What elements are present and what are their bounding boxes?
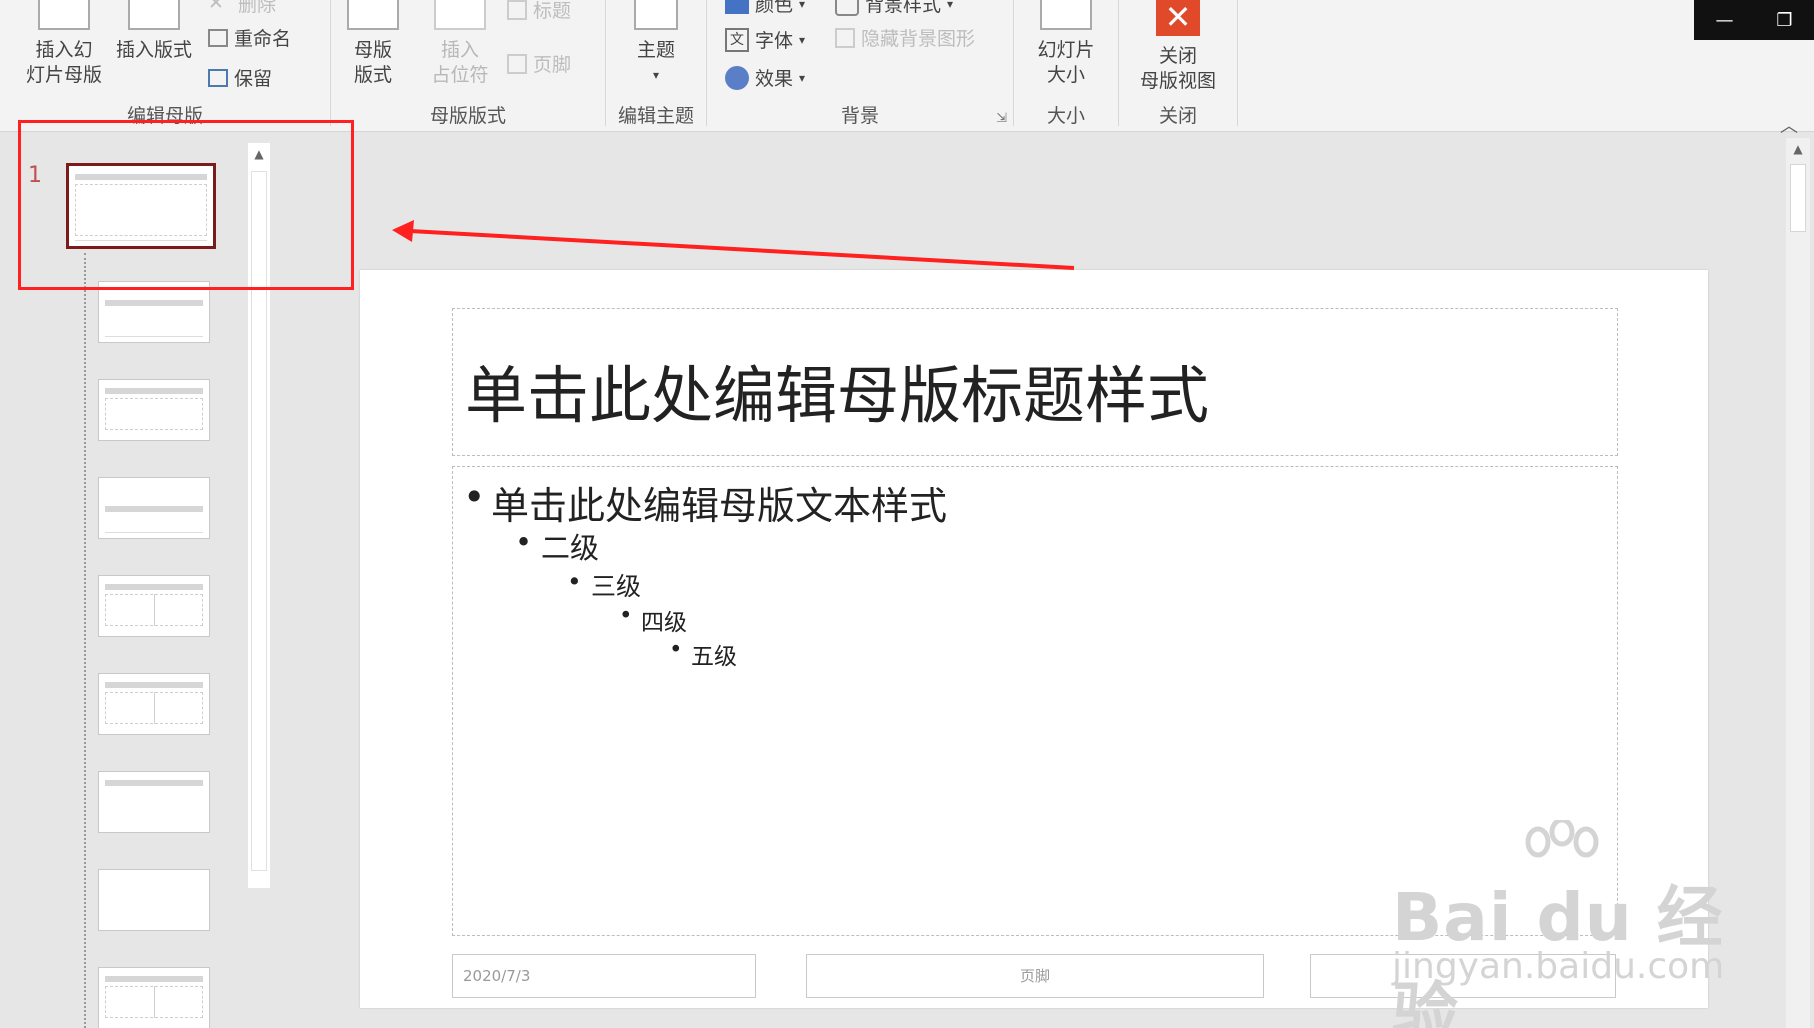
fonts-icon: 文 [725,27,749,52]
slide-number-placeholder[interactable] [1310,954,1616,998]
hide-background-graphics-checkbox[interactable]: 隐藏背景图形 [835,24,975,51]
group-label-background: 背景 [840,105,879,127]
thumbnail-layout[interactable] [98,477,210,539]
slide-size-icon [1040,0,1092,30]
collapse-ribbon-icon[interactable]: ︿ [1780,112,1798,138]
background-styles-icon [835,0,859,16]
footer-checkbox[interactable]: 页脚 [507,50,571,77]
close-master-view-button[interactable]: ✕ 关闭 母版视图 [1125,0,1231,94]
thumb-title [105,780,203,786]
thumb-title [105,388,203,394]
slide-size-button[interactable]: 幻灯片 大小 [1024,0,1108,88]
text-level-2: 二级 [515,525,599,567]
text-level-4: 四级 [619,603,687,637]
group-label-close: 关闭 [1158,105,1197,127]
master-layout-button[interactable]: 母版 版式 [345,0,401,88]
colors-button[interactable]: 颜色 ▾ [725,0,805,17]
arrow-head-icon [392,220,414,242]
restore-icon[interactable]: ❐ [1776,10,1792,31]
chevron-down-icon: ▾ [799,70,806,85]
group-label-master-layout: 母版版式 [429,105,506,127]
preserve-button[interactable]: 保留 [208,64,272,91]
rename-button[interactable]: 重命名 [208,24,291,51]
fonts-button[interactable]: 文 字体 ▾ [725,26,805,53]
thumb-footer [105,532,203,535]
thumbnail-layout[interactable] [98,281,210,343]
thumb-title [105,506,203,512]
text-level-3: 三级 [567,567,641,603]
thumbnail-layout[interactable] [98,869,210,931]
chevron-down-icon: ▾ [947,0,954,11]
insert-layout-button[interactable]: 插入版式 [108,0,200,63]
date-placeholder[interactable]: 2020/7/3 [452,954,756,998]
effects-button[interactable]: 效果 ▾ [725,64,805,91]
layout-icon [128,0,180,30]
chevron-down-icon: ▾ [799,32,806,47]
thumb-title [105,300,203,306]
dialog-launcher-icon[interactable]: ⇲ [996,111,1007,126]
title-checkbox[interactable]: 标题 [507,0,571,23]
text-level-1: 单击此处编辑母版文本样式 [463,475,947,530]
background-styles-button[interactable]: 背景样式 ▾ [835,0,953,17]
thumb-title [105,976,203,982]
body-placeholder[interactable]: 单击此处编辑母版文本样式 二级 三级 四级 五级 [452,466,1618,936]
group-master-layout: 母版 版式 插入 占位符 标题 页脚 母版版式 [331,0,605,132]
thumb-column-divider [154,594,155,626]
group-edit-master: 插入幻 灯片母版 插入版式 ✕ 删除 重命名 保留 编辑母版 [0,0,330,132]
checkbox-icon [835,27,855,48]
placeholder-icon [434,0,486,30]
scrollbar-thumb[interactable] [1790,164,1806,232]
slide-canvas: 单击此处编辑母版标题样式 单击此处编辑母版文本样式 二级 三级 四级 五级 20… [360,270,1708,1008]
thumb-title [105,682,203,688]
close-icon: ✕ [1156,0,1200,36]
chevron-down-icon: ▾ [652,68,660,82]
group-edit-theme: 主题 ▾ 编辑主题 [606,0,706,132]
group-label-edit-theme: 编辑主题 [617,105,694,127]
slide-master-icon [38,0,90,30]
delete-icon: ✕ [208,0,224,14]
thumb-title [105,584,203,590]
layout-tree-line [84,253,86,1028]
arrow-shaft [409,229,1075,270]
thumb-footer [105,336,203,339]
vertical-scrollbar[interactable]: ▲ [1786,138,1810,1028]
master-layout-icon [347,0,399,30]
effects-icon [725,65,749,90]
chevron-down-icon: ▾ [799,0,806,11]
thumb-body [105,398,203,430]
group-size: 幻灯片 大小 大小 [1014,0,1118,132]
group-background: 颜色 ▾ 文 字体 ▾ 效果 ▾ 背景样式 ▾ 隐藏背景图形 背景 ⇲ [707,0,1013,132]
group-label-size: 大小 [1046,105,1085,127]
delete-button[interactable]: ✕ 删除 [208,0,276,17]
footer-placeholder[interactable]: 页脚 [806,954,1264,998]
separator [1237,0,1238,126]
preserve-icon [208,68,228,87]
ribbon: 插入幻 灯片母版 插入版式 ✕ 删除 重命名 保留 编辑母版 母版 版式 插入 … [0,0,1814,137]
title-text: 单击此处编辑母版标题样式 [465,359,1210,432]
colors-icon [725,0,749,14]
insert-placeholder-button[interactable]: 插入 占位符 [417,0,503,88]
checkbox-icon [507,53,527,74]
window-controls: — ❐ [1694,0,1814,40]
thumbnail-layout[interactable] [98,967,210,1028]
annotation-highlight-box [18,120,354,290]
thumbnail-layout[interactable] [98,673,210,735]
scroll-up-icon[interactable]: ▲ [1786,138,1810,160]
title-placeholder[interactable]: 单击此处编辑母版标题样式 [452,308,1618,456]
checkbox-icon [507,0,527,20]
group-close: ✕ 关闭 母版视图 关闭 [1119,0,1237,132]
minimize-icon[interactable]: — [1715,10,1733,31]
themes-icon [634,0,678,30]
thumbnail-layout[interactable] [98,379,210,441]
thumbnail-layout[interactable] [98,575,210,637]
thumbnail-layout[interactable] [98,771,210,833]
themes-button[interactable]: 主题 ▾ [616,0,696,88]
thumb-column-divider [154,986,155,1018]
rename-icon [208,28,228,47]
insert-slide-master-button[interactable]: 插入幻 灯片母版 [14,0,114,88]
thumb-column-divider [154,692,155,724]
text-level-5: 五级 [669,637,737,671]
